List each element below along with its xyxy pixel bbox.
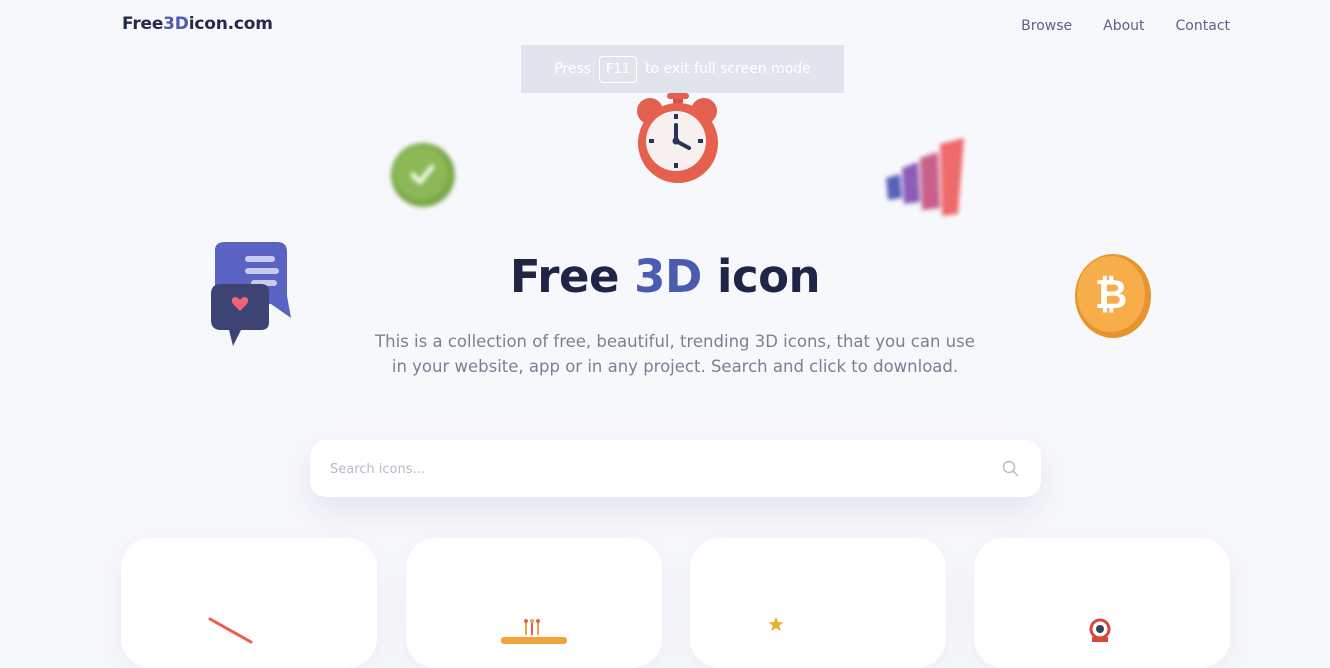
search-icon[interactable] xyxy=(1002,460,1019,477)
hero-title: Free 3D icon xyxy=(0,250,1330,303)
star-icon xyxy=(768,617,784,631)
hero-title-start: Free xyxy=(509,250,620,303)
fullscreen-notice-suffix: to exit full screen mode xyxy=(645,61,811,77)
bar-chart-icon xyxy=(886,138,964,216)
alarm-clock-icon xyxy=(637,93,718,183)
icon-card[interactable] xyxy=(974,538,1230,668)
map-pin-icon xyxy=(1089,618,1111,642)
checkmark-circle-icon xyxy=(391,143,455,207)
hero-description: This is a collection of free, beautiful,… xyxy=(375,332,975,376)
site-logo[interactable]: Free3Dicon.com xyxy=(122,14,273,34)
fullscreen-notice-prefix: Press xyxy=(554,61,592,77)
search-box xyxy=(310,440,1041,499)
f11-key-badge: F11 xyxy=(599,55,638,83)
hero-title-end: icon xyxy=(717,250,821,303)
nav-about-link[interactable]: About xyxy=(1103,18,1144,34)
logo-suffix: icon.com xyxy=(188,14,273,34)
logo-prefix: Free xyxy=(122,14,164,34)
hero-title-accent: 3D xyxy=(634,250,702,303)
icon-card[interactable] xyxy=(121,538,377,668)
logo-accent: 3D xyxy=(163,14,189,34)
nav-contact-link[interactable]: Contact xyxy=(1176,18,1230,34)
search-input[interactable] xyxy=(328,440,992,499)
main-nav: Browse About Contact xyxy=(1021,18,1230,34)
birthday-cake-icon xyxy=(501,619,567,644)
icon-card[interactable] xyxy=(690,538,946,668)
nav-browse-link[interactable]: Browse xyxy=(1021,18,1072,34)
fullscreen-notice: Press F11 to exit full screen mode xyxy=(521,45,844,93)
icon-card[interactable] xyxy=(406,538,662,668)
